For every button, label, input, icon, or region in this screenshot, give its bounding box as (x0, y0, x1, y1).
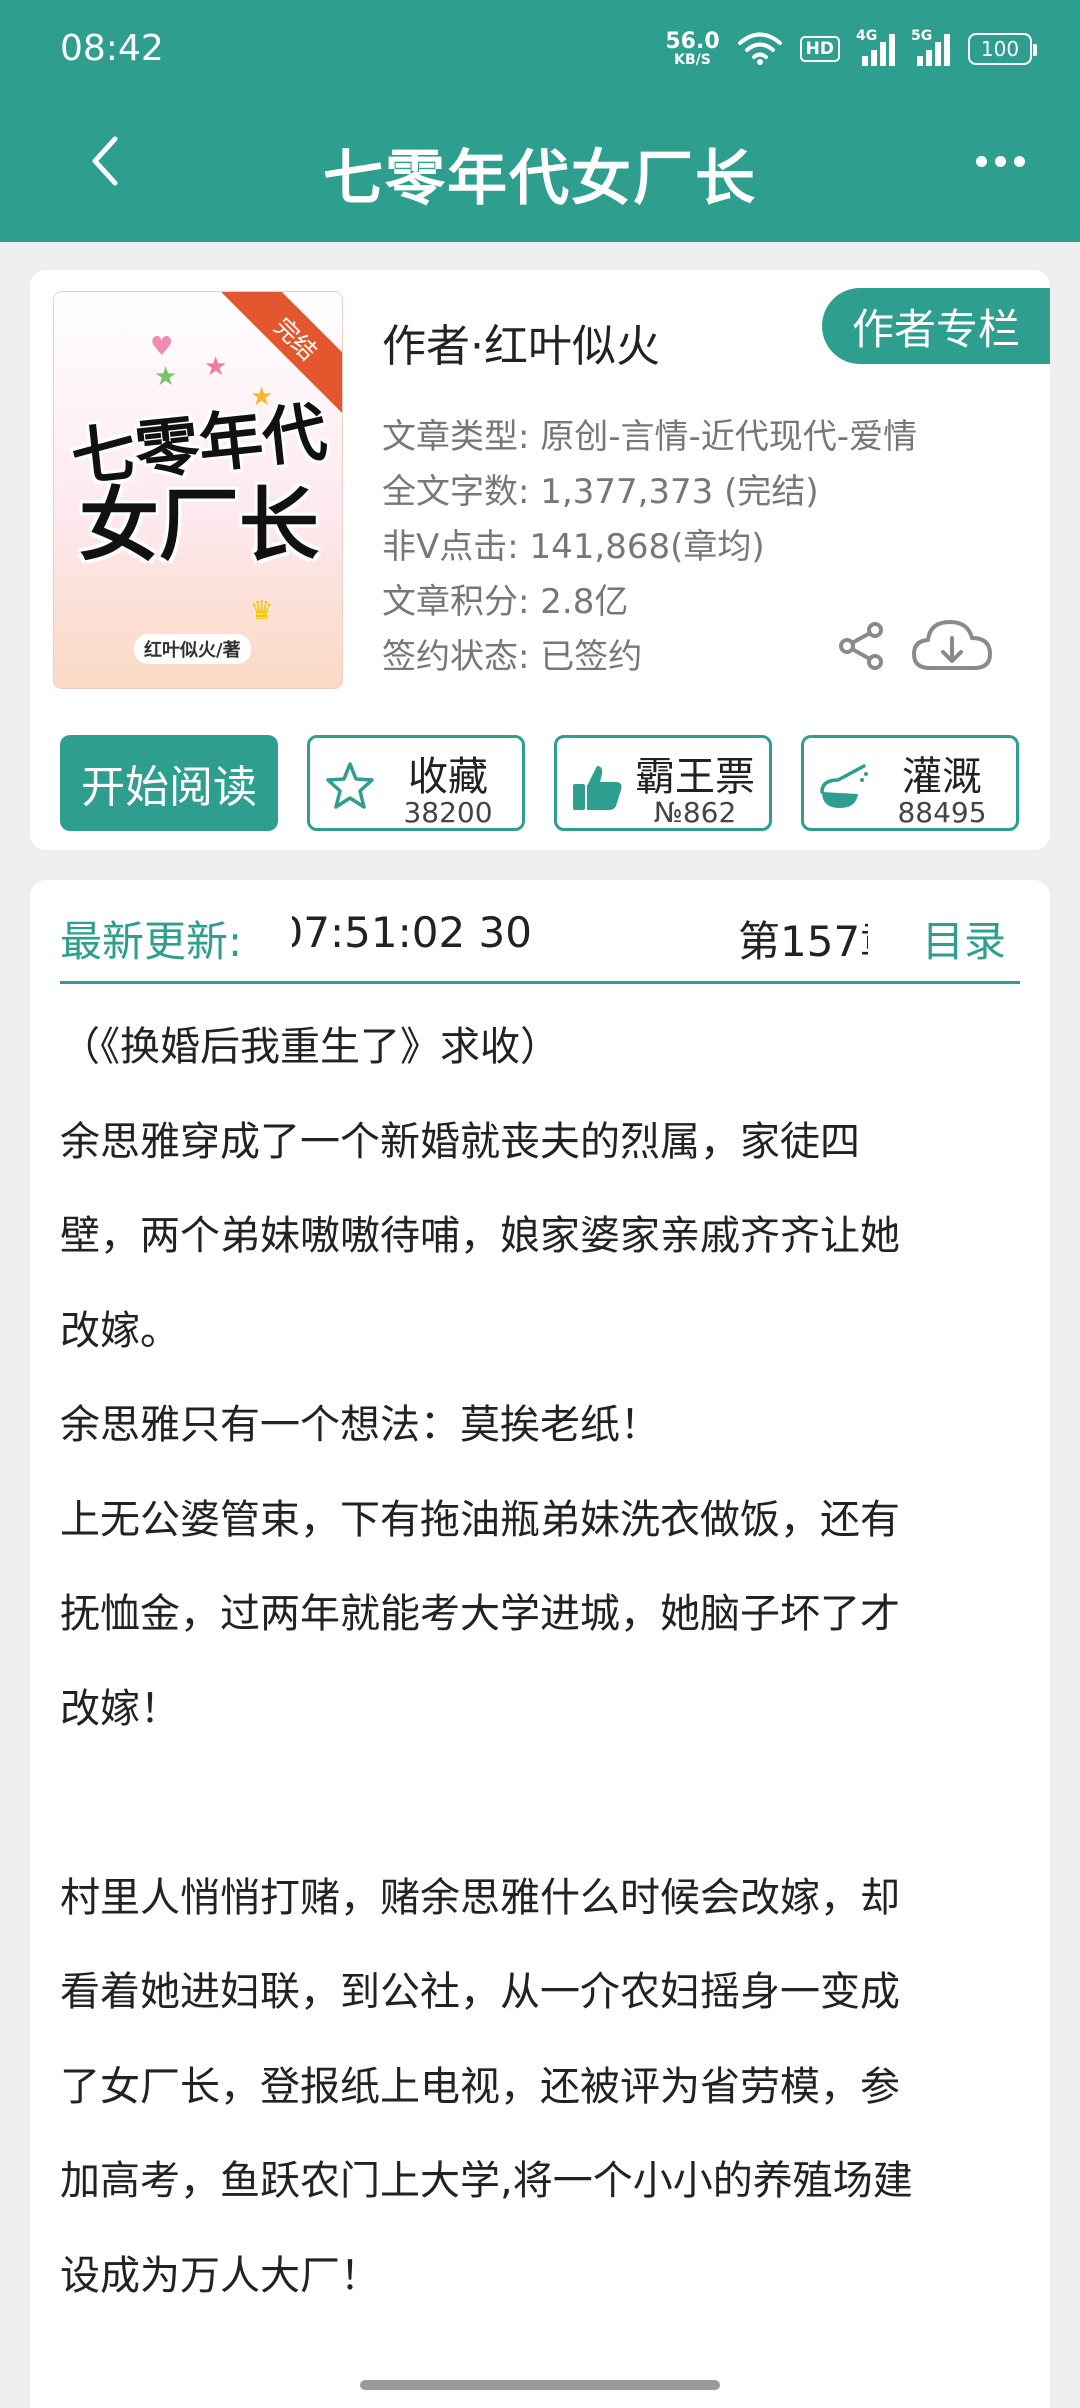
more-dot-icon (1013, 155, 1025, 167)
thumbs-up-icon (573, 766, 622, 810)
synopsis-line: 抚恤金，过两年就能考大学进城，她脑子坏了才 (60, 1591, 900, 1637)
latest-update-time: 30 07:51:02 (292, 908, 532, 957)
wifi-icon (737, 32, 782, 65)
intro-card: 最新更新: 30 07:51:02 第157章 目录 （《换婚后我重生了》求收）… (30, 880, 1050, 2408)
meta-word-count: 全文字数: 1,377,373 (完结) (382, 472, 819, 512)
synopsis-line: 余思雅穿成了一个新婚就丧夫的烈属，家徒四 (60, 1118, 860, 1165)
cover-title-line2: 女厂长 (79, 478, 319, 573)
latest-chapter-link[interactable]: 第157章 (738, 908, 868, 969)
battery-icon: 100 (968, 33, 1037, 65)
book-info-card: ♥ ★ ★ ★ 完结 七零年代 女厂长 ♛ 红叶似火/著 作者·红叶似火 作者专… (30, 270, 1050, 850)
cover-author-tag: 红叶似火/著 (134, 634, 251, 664)
author-name[interactable]: 作者·红叶似火 (382, 310, 660, 374)
meta-clicks: 非Ⅴ点击: 141,868(章均) (382, 527, 765, 567)
status-bar: 08:42 56.0 KB/S HD 4G 5G 100 (0, 0, 1080, 96)
latest-update-row: 最新更新: 30 07:51:02 第157章 目录 (60, 880, 1020, 984)
irrigate-label: 灌溉 (902, 754, 982, 800)
start-reading-button[interactable]: 开始阅读 (60, 735, 278, 831)
synopsis-line: 看着她进妇联，到公社，从一介农妇摇身一变成 (60, 1969, 900, 2015)
irrigate-button[interactable]: 灌溉 88495 (801, 735, 1019, 831)
more-dot-icon (994, 155, 1006, 167)
signal-4g-icon: 4G (856, 28, 895, 66)
author-column-button[interactable]: 作者专栏 (822, 288, 1050, 364)
synopsis-line: （《换婚后我重生了》求收） (60, 1024, 560, 1070)
cloud-download-icon[interactable] (910, 614, 994, 676)
latest-update-label: 最新更新: (60, 917, 243, 966)
table-of-contents-link[interactable]: 目录 (922, 908, 1006, 969)
ticket-label: 霸王票 (635, 754, 755, 800)
star-decoration-icon: ♥ (150, 332, 174, 362)
network-speed: 56.0 KB/S (665, 29, 720, 68)
book-cover[interactable]: ♥ ★ ★ ★ 完结 七零年代 女厂长 ♛ 红叶似火/著 (54, 292, 342, 688)
signal-5g-icon: 5G (911, 28, 950, 66)
network-speed-unit: KB/S (674, 52, 711, 68)
synopsis-line: 上无公婆管束，下有拖油瓶弟妹洗衣做饭，还有 (60, 1496, 900, 1543)
signal-4g-label: 4G (856, 28, 878, 44)
status-icons: 56.0 KB/S HD 4G 5G 100 (665, 24, 1037, 74)
crown-decoration-icon: ♛ (250, 596, 274, 626)
synopsis-line: 设成为万人大厂！ (60, 2252, 380, 2299)
star-icon (326, 762, 374, 809)
favorite-button[interactable]: 收藏 38200 (307, 735, 525, 831)
status-time: 08:42 (60, 28, 164, 69)
page-title: 七零年代女厂长 (323, 144, 757, 214)
meta-type: 文章类型: 原创-言情-近代现代-爱情 (382, 417, 918, 457)
more-options-button[interactable] (960, 126, 1040, 196)
synopsis-line: 余思雅只有一个想法：莫挨老纸！ (60, 1402, 660, 1448)
synopsis-line: 改嫁。 (60, 1307, 180, 1354)
action-buttons: 开始阅读 收藏 38200 霸王票 №862 灌溉 88495 (60, 735, 1020, 831)
app-header: 08:42 56.0 KB/S HD 4G 5G 100 七零年代女厂长 (0, 0, 1080, 242)
synopsis-line: 改嫁！ (60, 1685, 180, 1732)
star-decoration-icon: ★ (154, 362, 178, 392)
more-dot-icon (975, 155, 987, 167)
irrigate-count: 88495 (897, 796, 987, 829)
ticket-count: №862 (653, 796, 737, 829)
cover-title: 七零年代 女厂长 (68, 395, 330, 573)
synopsis-line: 了女厂长，登报纸上电视，还被评为省劳模，参 (60, 2063, 900, 2110)
ticket-button[interactable]: 霸王票 №862 (554, 735, 772, 831)
hd-voice-badge: HD (799, 36, 840, 62)
watering-flask-icon (820, 764, 868, 808)
nav-bar: 七零年代女厂长 (0, 96, 1080, 242)
synopsis-line (60, 1756, 1035, 1851)
signal-5g-label: 5G (911, 28, 933, 44)
favorite-count: 38200 (403, 796, 493, 829)
home-indicator[interactable] (360, 2380, 720, 2390)
book-synopsis: （《换婚后我重生了》求收） 余思雅穿成了一个新婚就丧夫的烈属，家徒四 壁，两个弟… (60, 1000, 1035, 2323)
synopsis-line: 村里人悄悄打赌，赌余思雅什么时候会改嫁，却 (60, 1874, 900, 1921)
share-icon[interactable] (835, 620, 887, 672)
star-decoration-icon: ★ (204, 352, 228, 382)
synopsis-line: 壁，两个弟妹嗷嗷待哺，娘家婆家亲戚齐齐让她 (60, 1213, 900, 1259)
completed-ribbon: 完结 (221, 292, 342, 413)
network-speed-value: 56.0 (665, 29, 720, 54)
favorite-label: 收藏 (408, 754, 488, 800)
synopsis-line: 加高考，鱼跃农门上大学,将一个小小的养殖场建 (60, 2158, 913, 2204)
